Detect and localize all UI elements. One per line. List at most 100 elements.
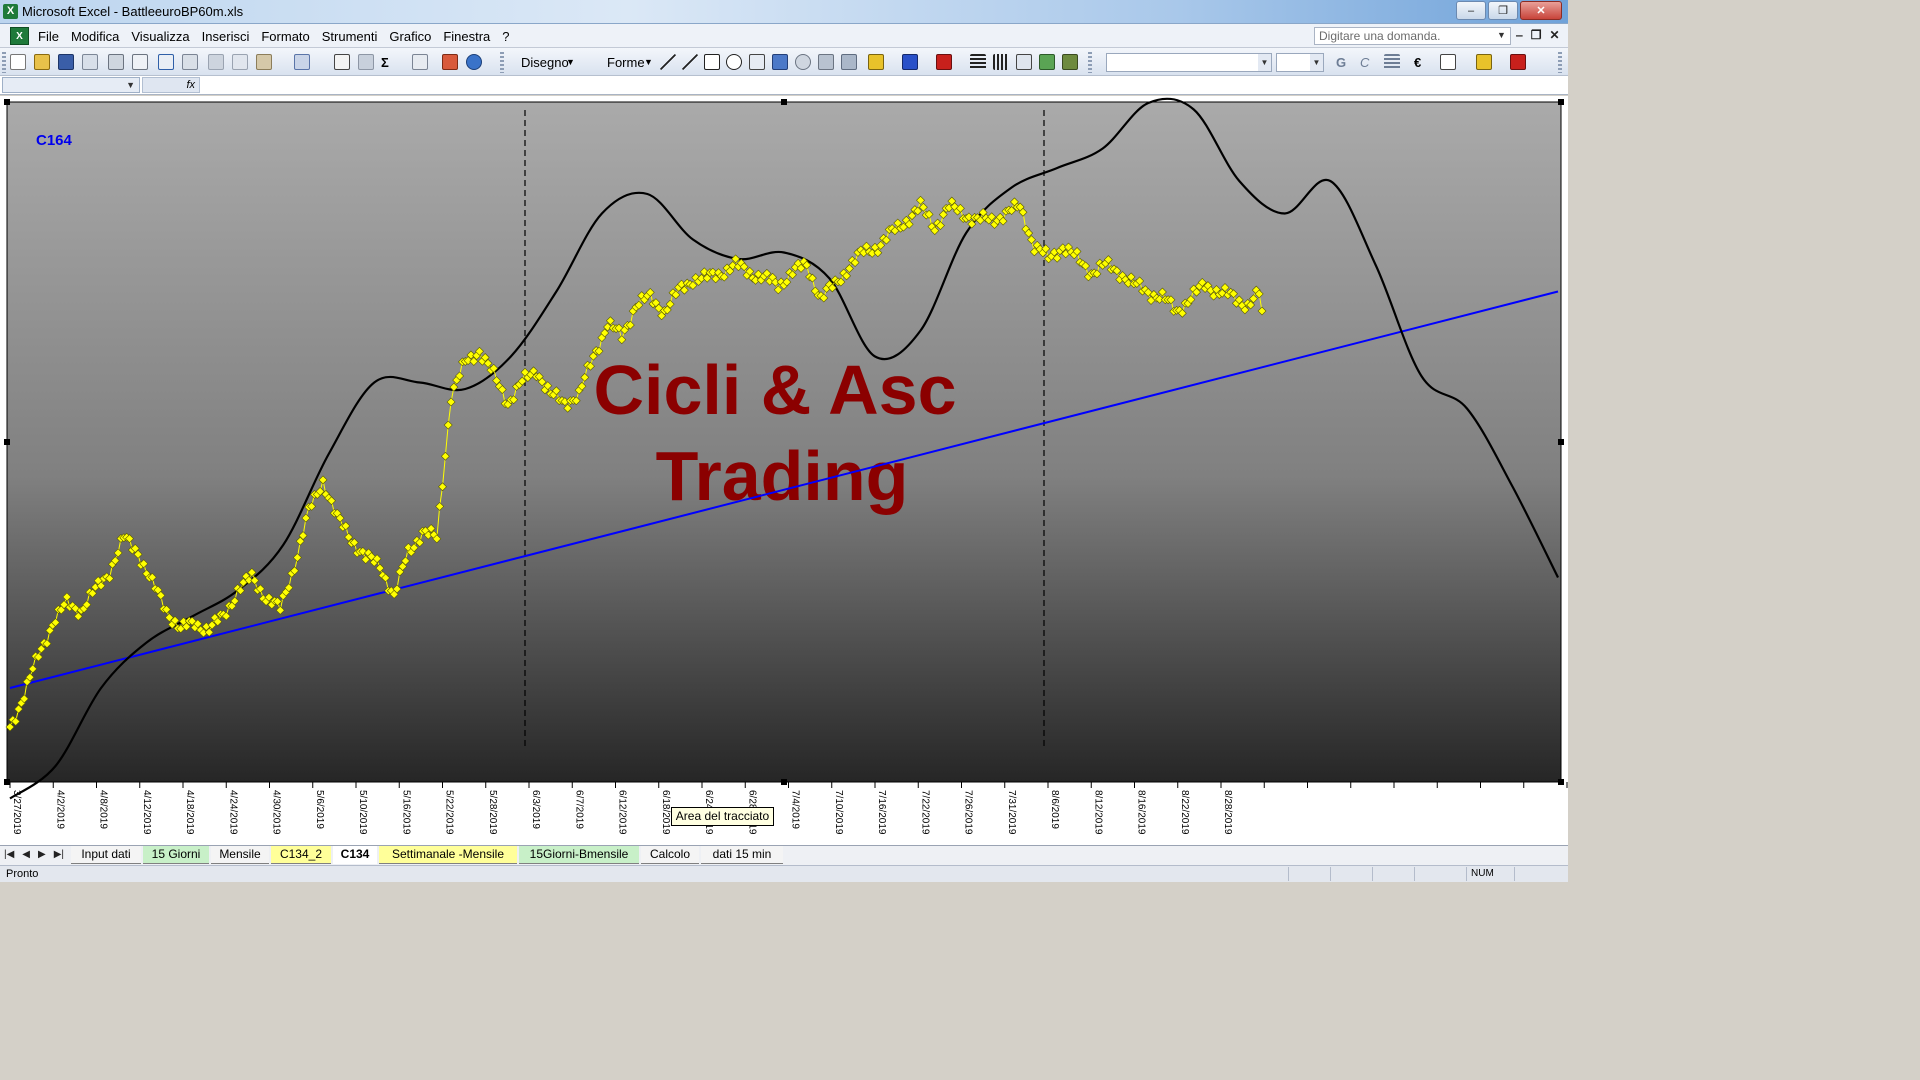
draw-menu-button[interactable]: Disegno (521, 55, 569, 70)
chevron-down-icon[interactable]: ▼ (126, 80, 135, 90)
save-icon[interactable] (58, 54, 74, 70)
menu-help[interactable]: ? (502, 29, 509, 44)
selection-handle[interactable] (4, 439, 10, 445)
doc-minimize-button[interactable]: ‒ (1516, 28, 1523, 42)
diagram-icon[interactable] (795, 54, 811, 70)
toolbar-options-grip[interactable] (1558, 52, 1562, 73)
italic-button[interactable]: C (1360, 55, 1369, 70)
workbook-icon[interactable]: X (10, 27, 29, 45)
tab-15-giorni[interactable]: 15 Giorni (143, 846, 209, 864)
3d-style-icon[interactable] (1062, 54, 1078, 70)
menu-grafico[interactable]: Grafico (389, 29, 431, 44)
chevron-down-icon[interactable]: ▼ (1497, 30, 1506, 40)
selection-handle[interactable] (1558, 439, 1564, 445)
shadow-style-icon[interactable] (1039, 54, 1055, 70)
rectangle-icon[interactable] (704, 54, 720, 70)
chevron-down-icon[interactable]: ▼ (1310, 54, 1323, 71)
price-cycle-chart[interactable]: Cicli & Asc Trading C164 3/27/2019 4/2/20… (0, 96, 1568, 845)
autoshapes-menu-button[interactable]: Forme (607, 55, 645, 70)
menu-visualizza[interactable]: Visualizza (131, 29, 189, 44)
insert-function-button[interactable]: fx (142, 77, 200, 93)
select-objects-icon[interactable] (582, 54, 598, 70)
first-sheet-icon[interactable]: |◀ (4, 849, 14, 860)
doc-restore-button[interactable]: ❐ (1531, 28, 1542, 42)
text-box-icon[interactable] (749, 54, 765, 70)
x-tick-label: 8/28/2019 (1222, 790, 1233, 835)
font-color-icon[interactable] (1510, 54, 1526, 70)
research-icon[interactable] (182, 54, 198, 70)
help-icon[interactable] (466, 54, 482, 70)
selection-handle[interactable] (1558, 99, 1564, 105)
borders-icon[interactable] (1440, 54, 1456, 70)
new-document-icon[interactable] (10, 54, 26, 70)
print-preview-icon[interactable] (132, 54, 148, 70)
menu-modifica[interactable]: Modifica (71, 29, 119, 44)
euro-currency-button[interactable]: € (1414, 55, 1421, 70)
next-sheet-icon[interactable]: ▶ (38, 849, 46, 860)
chevron-down-icon[interactable]: ▼ (566, 57, 575, 67)
x-tick-label: 6/12/2019 (617, 790, 628, 835)
print-icon[interactable] (108, 54, 124, 70)
permission-icon[interactable] (82, 54, 98, 70)
font-name-select[interactable]: ▼ (1106, 53, 1272, 72)
open-folder-icon[interactable] (34, 54, 50, 70)
insert-picture-icon[interactable] (358, 54, 374, 70)
x-axis[interactable]: 3/27/2019 4/2/2019 4/8/2019 4/12/2019 4/18/2… (7, 781, 1568, 835)
close-button[interactable]: ✕ (1520, 1, 1562, 20)
paste-icon[interactable] (256, 54, 272, 70)
chevron-down-icon[interactable]: ▼ (644, 57, 653, 67)
align-icon[interactable] (1384, 54, 1400, 70)
spelling-icon[interactable] (158, 54, 174, 70)
menu-inserisci[interactable]: Inserisci (202, 29, 250, 44)
tab-calcolo[interactable]: Calcolo (641, 846, 699, 864)
tab-mensile[interactable]: Mensile (211, 846, 269, 864)
copy-icon[interactable] (232, 54, 248, 70)
undo-icon[interactable] (294, 54, 310, 70)
tab-input-dati[interactable]: Input dati (71, 846, 141, 864)
prev-sheet-icon[interactable]: ◀ (22, 849, 30, 860)
chart-wizard-icon[interactable] (442, 54, 458, 70)
tab-c134[interactable]: C134 (333, 846, 377, 864)
help-search-input[interactable]: Digitare una domanda. (1314, 27, 1511, 45)
chevron-down-icon[interactable]: ▼ (1258, 54, 1271, 71)
toolbar-grip[interactable] (2, 52, 6, 73)
restore-button[interactable]: ❐ (1488, 1, 1518, 20)
picture-icon[interactable] (841, 54, 857, 70)
font-color-icon[interactable] (936, 54, 952, 70)
line-color-icon[interactable] (902, 54, 918, 70)
doc-close-button[interactable]: ✕ (1549, 28, 1559, 42)
cut-icon[interactable] (208, 54, 224, 70)
autosum-icon[interactable]: Σ (381, 55, 389, 70)
sort-ascending-icon[interactable] (412, 54, 428, 70)
x-tick-label: 6/18/2019 (660, 790, 671, 835)
tab-settimanale-mensile[interactable]: Settimanale -Mensile (379, 846, 517, 864)
selection-handle[interactable] (4, 99, 10, 105)
arrow-style-icon[interactable] (1016, 54, 1032, 70)
menu-strumenti[interactable]: Strumenti (322, 29, 378, 44)
fill-color-icon[interactable] (868, 54, 884, 70)
bold-button[interactable]: G (1336, 55, 1346, 70)
tab-dati-15-min[interactable]: dati 15 min (701, 846, 783, 864)
chart-sheet[interactable]: Cicli & Asc Trading C164 3/27/2019 4/2/20… (0, 96, 1568, 845)
fill-color-icon[interactable] (1476, 54, 1492, 70)
dash-style-icon[interactable] (993, 54, 1009, 70)
menu-file[interactable]: File (38, 29, 59, 44)
hyperlink-icon[interactable] (334, 54, 350, 70)
minimize-button[interactable]: ‒ (1456, 1, 1486, 20)
wordart-icon[interactable] (772, 54, 788, 70)
excel-app-icon[interactable]: X (3, 4, 18, 19)
line-icon[interactable] (660, 54, 676, 70)
x-tick-label: 4/2/2019 (54, 790, 65, 829)
clip-art-icon[interactable] (818, 54, 834, 70)
tab-c134-2[interactable]: C134_2 (271, 846, 331, 864)
menu-formato[interactable]: Formato (261, 29, 309, 44)
arrow-icon[interactable] (682, 54, 698, 70)
line-style-icon[interactable] (970, 54, 986, 70)
oval-icon[interactable] (726, 54, 742, 70)
last-sheet-icon[interactable]: ▶| (54, 849, 64, 860)
tab-15giorni-bmensile[interactable]: 15Giorni-Bmensile (519, 846, 639, 864)
menu-finestra[interactable]: Finestra (443, 29, 490, 44)
name-box[interactable]: ▼ (2, 77, 140, 93)
font-size-select[interactable]: ▼ (1276, 53, 1324, 72)
selection-handle[interactable] (781, 99, 787, 105)
